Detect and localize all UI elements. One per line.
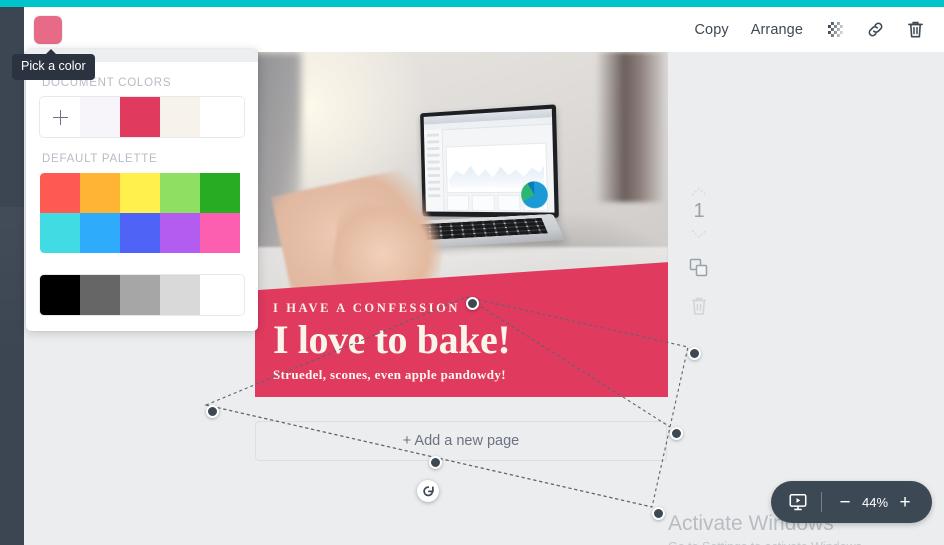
copy-button[interactable]: Copy [683, 15, 739, 45]
zoom-divider [821, 492, 822, 512]
add-new-page-button[interactable]: + Add a new page [255, 421, 667, 461]
grayscale-color-swatch[interactable] [200, 275, 240, 315]
rail-panel-edge [0, 207, 24, 357]
design-subline-text[interactable]: Struedel, scones, even apple pandowdy! [273, 367, 668, 383]
canva-editor-window: I HAVE A CONFESSION I love to bake! Stru… [0, 0, 944, 545]
grayscale-color-swatch[interactable] [80, 275, 120, 315]
top-toolbar: Copy Arrange [24, 7, 944, 52]
zoom-control-bar: − 44% + [771, 481, 932, 523]
photo-laptop-screen [420, 104, 559, 218]
color-swatch-button[interactable] [34, 16, 62, 44]
photo-display-sidebar [423, 129, 445, 212]
default-palette-label: DEFAULT PALETTE [42, 153, 158, 165]
link-icon [868, 22, 882, 37]
palette-color-swatch[interactable] [80, 213, 120, 253]
link-button[interactable] [856, 13, 894, 47]
photo-display-piechart [520, 181, 549, 209]
palette-color-swatch[interactable] [40, 173, 80, 213]
palette-color-swatch[interactable] [160, 173, 200, 213]
palette-color-swatch[interactable] [80, 173, 120, 213]
page-controls: 1 [681, 185, 717, 316]
photo-laptop-display [423, 108, 555, 213]
grayscale-section [40, 275, 244, 315]
palette-row-1 [40, 173, 244, 213]
grayscale-color-swatch[interactable] [40, 275, 80, 315]
delete-button[interactable] [896, 13, 934, 47]
design-banner-text-group[interactable]: I HAVE A CONFESSION I love to bake! Stru… [273, 301, 668, 383]
grayscale-row [40, 275, 244, 315]
design-headline-text[interactable]: I love to bake! [273, 318, 668, 361]
top-accent-bar [0, 0, 944, 7]
document-colors-row [40, 97, 244, 137]
document-color-swatch[interactable] [160, 97, 200, 137]
selection-handle[interactable] [206, 405, 219, 418]
document-color-swatch[interactable] [80, 97, 120, 137]
arrange-button[interactable]: Arrange [740, 15, 814, 45]
color-picker-panel[interactable]: DOCUMENT COLORS DEFAULT PALETTE [26, 49, 258, 331]
document-color-swatch[interactable] [120, 97, 160, 137]
present-screen-icon [789, 493, 807, 511]
present-button[interactable] [785, 489, 811, 515]
transparency-checkerboard-icon [827, 22, 843, 37]
palette-color-swatch[interactable] [160, 213, 200, 253]
selection-handle[interactable] [652, 507, 665, 520]
duplicate-page-icon[interactable] [689, 258, 709, 278]
add-new-page-label: + Add a new page [402, 433, 520, 449]
rotate-handle-icon[interactable] [417, 480, 439, 502]
design-page-1[interactable]: I HAVE A CONFESSION I love to bake! Stru… [255, 52, 668, 397]
selection-handle[interactable] [688, 347, 701, 360]
left-sidebar-rail[interactable] [0, 7, 24, 545]
selection-handle[interactable] [670, 427, 683, 440]
palette-color-swatch[interactable] [120, 213, 160, 253]
chevron-down-icon[interactable] [691, 229, 707, 238]
toolbar-actions: Copy Arrange [683, 13, 944, 47]
palette-color-swatch[interactable] [200, 213, 240, 253]
palette-row-2 [40, 213, 244, 253]
plus-icon [52, 109, 68, 125]
zoom-level-label[interactable]: 44% [858, 495, 892, 510]
selection-handle[interactable] [466, 297, 479, 310]
pick-a-color-tooltip: Pick a color [12, 49, 95, 80]
chevron-up-icon[interactable] [691, 187, 707, 196]
delete-page-icon[interactable] [690, 296, 708, 316]
trash-icon [907, 21, 923, 38]
zoom-in-button[interactable]: + [892, 489, 918, 515]
palette-color-swatch[interactable] [120, 173, 160, 213]
grayscale-color-swatch[interactable] [160, 275, 200, 315]
photo-window-curtain [596, 52, 666, 202]
default-palette-grid [40, 173, 244, 253]
transparency-button[interactable] [816, 13, 854, 47]
current-page-number: 1 [693, 200, 705, 222]
palette-color-swatch[interactable] [40, 213, 80, 253]
add-color-button[interactable] [40, 97, 80, 137]
grayscale-color-swatch[interactable] [120, 275, 160, 315]
zoom-out-button[interactable]: − [832, 489, 858, 515]
selection-handle[interactable] [429, 456, 442, 469]
palette-color-swatch[interactable] [200, 173, 240, 213]
